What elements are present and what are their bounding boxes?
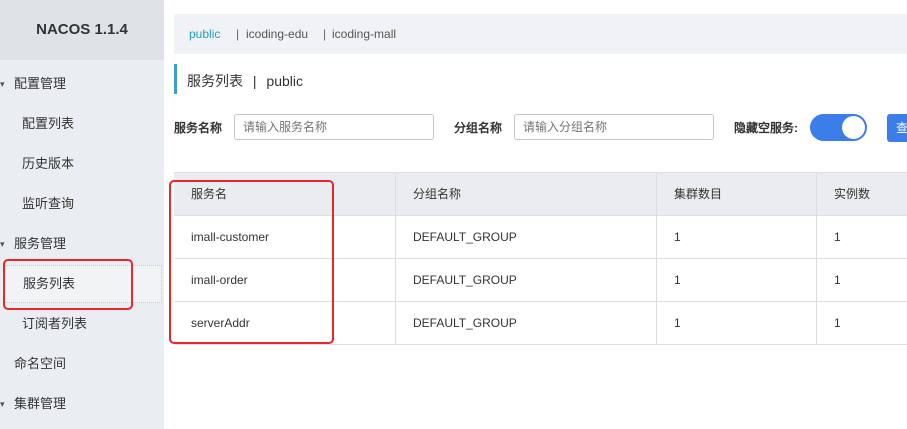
column-header-cluster-count[interactable]: 集群数目 bbox=[657, 173, 817, 215]
group-name-label: 分组名称 bbox=[454, 121, 503, 135]
menu-group-config[interactable]: ▾ 配置管理 bbox=[0, 64, 164, 104]
page-title: 服务列表 | public bbox=[174, 64, 303, 94]
namespace-separator: | bbox=[323, 27, 327, 41]
query-button[interactable]: 查 bbox=[887, 114, 907, 142]
menu-item-subscriber-list[interactable]: 订阅者列表 bbox=[0, 304, 164, 344]
namespace-tab-icoding-edu[interactable]: icoding-edu bbox=[246, 14, 308, 54]
menu-item-label: 配置列表 bbox=[22, 116, 75, 131]
cluster-count-cell: 1 bbox=[657, 259, 817, 301]
cluster-count-cell: 1 bbox=[657, 216, 817, 258]
instance-count-cell: 1 bbox=[834, 316, 841, 330]
menu-item-label: 订阅者列表 bbox=[22, 316, 88, 331]
toggle-knob bbox=[842, 116, 865, 139]
page-title-namespace: public bbox=[266, 73, 304, 89]
page-title-separator: | bbox=[252, 73, 257, 89]
menu-item-config-list[interactable]: 配置列表 bbox=[0, 104, 164, 144]
caret-down-icon: ▾ bbox=[0, 79, 5, 89]
instance-count-cell: 1 bbox=[834, 273, 841, 287]
menu-group-cluster[interactable]: ▾ 集群管理 bbox=[0, 384, 164, 424]
namespace-tab-public[interactable]: public bbox=[189, 14, 220, 54]
group-name-input[interactable] bbox=[514, 114, 714, 140]
menu-item-label: 监听查询 bbox=[22, 196, 75, 211]
menu-group-label: 配置管理 bbox=[14, 76, 67, 91]
cluster-count-cell: 1 bbox=[657, 302, 817, 344]
menu-item-history[interactable]: 历史版本 bbox=[0, 144, 164, 184]
menu-group-label: 集群管理 bbox=[14, 396, 67, 411]
hide-empty-toggle[interactable] bbox=[810, 114, 867, 141]
hide-empty-label: 隐藏空服务: bbox=[734, 121, 798, 135]
namespace-bar: public | icoding-edu | icoding-mall bbox=[174, 14, 907, 54]
namespace-tab-icoding-mall[interactable]: icoding-mall bbox=[332, 14, 396, 54]
page-title-text: 服务列表 bbox=[187, 73, 243, 89]
menu-group-label: 命名空间 bbox=[14, 356, 67, 371]
menu-group-namespace[interactable]: 命名空间 bbox=[0, 344, 164, 384]
menu-group-label: 服务管理 bbox=[14, 236, 67, 251]
service-name-input[interactable] bbox=[234, 114, 434, 140]
group-name-cell: DEFAULT_GROUP bbox=[396, 302, 657, 344]
brand-title: NACOS 1.1.4 bbox=[0, 0, 164, 60]
annotation-highlight-sidebar bbox=[3, 259, 133, 310]
instance-count-cell: 1 bbox=[834, 230, 841, 244]
group-name-cell: DEFAULT_GROUP bbox=[396, 216, 657, 258]
annotation-highlight-service-column bbox=[169, 180, 334, 344]
column-header-instance-count[interactable]: 实例数 bbox=[817, 173, 907, 215]
filter-row: 服务名称 分组名称 隐藏空服务: 查 bbox=[164, 114, 907, 142]
service-name-label: 服务名称 bbox=[174, 121, 223, 135]
menu-item-listener-query[interactable]: 监听查询 bbox=[0, 184, 164, 224]
namespace-separator: | bbox=[236, 27, 240, 41]
menu-group-service[interactable]: ▾ 服务管理 bbox=[0, 224, 164, 264]
caret-down-icon: ▾ bbox=[0, 239, 5, 249]
column-header-group-name[interactable]: 分组名称 bbox=[396, 173, 657, 215]
menu-item-label: 历史版本 bbox=[22, 156, 75, 171]
sidebar: NACOS 1.1.4 ▾ 配置管理 配置列表 历史版本 监听查询 ▾ 服务管理… bbox=[0, 0, 164, 429]
caret-down-icon: ▾ bbox=[0, 399, 5, 409]
group-name-cell: DEFAULT_GROUP bbox=[396, 259, 657, 301]
